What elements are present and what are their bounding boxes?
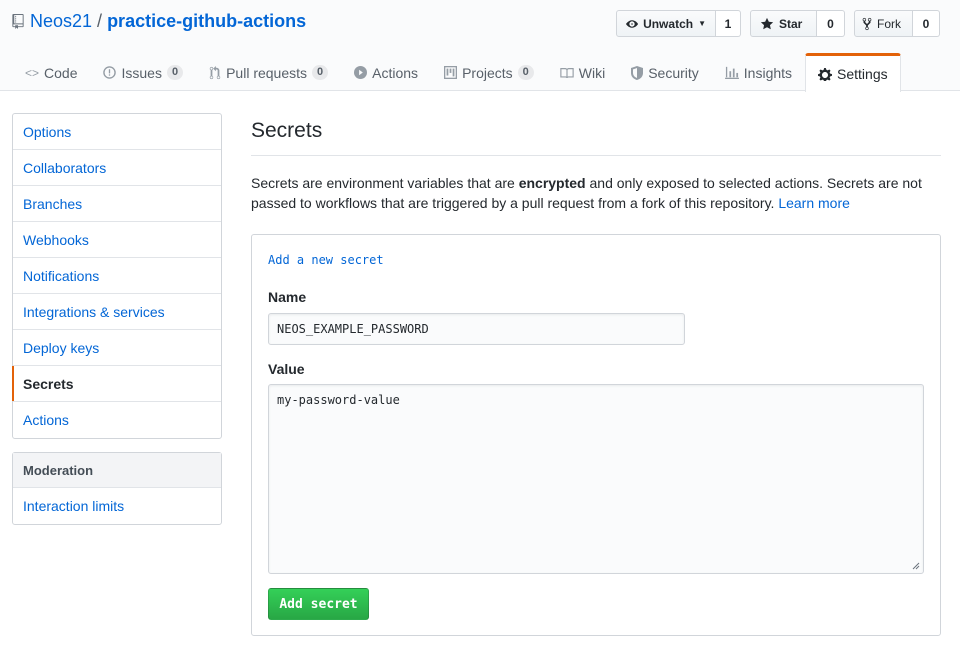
unwatch-label: Unwatch [643, 16, 694, 31]
pull-request-icon [209, 65, 221, 79]
fork-label: Fork [877, 16, 901, 31]
shield-icon [631, 65, 644, 80]
secret-value-textarea[interactable]: my-password-value [268, 384, 924, 574]
menu-item-deploy-keys[interactable]: Deploy keys [13, 330, 221, 366]
menu-item-webhooks[interactable]: Webhooks [13, 222, 221, 258]
stargazers-count[interactable]: 0 [817, 10, 845, 37]
eye-icon [626, 19, 639, 28]
forks-count[interactable]: 0 [913, 10, 940, 37]
play-icon [354, 66, 368, 79]
repo-owner-link[interactable]: Neos21 [30, 11, 92, 32]
tab-wiki[interactable]: Wiki [547, 53, 618, 91]
star-group: Star 0 [750, 10, 845, 37]
menu-item-secrets[interactable]: Secrets [12, 366, 221, 402]
tab-issues[interactable]: Issues 0 [90, 53, 196, 91]
tab-insights[interactable]: Insights [712, 53, 805, 91]
page-title: Secrets [251, 113, 941, 156]
tab-pull-requests-label: Pull requests [226, 64, 308, 81]
star-icon [760, 17, 774, 29]
resize-grip-icon[interactable] [912, 562, 920, 570]
secrets-description: Secrets are environment variables that a… [251, 173, 941, 213]
repo-nav-tabs: <> Code Issues 0 Pull requests 0 Actions… [12, 53, 901, 92]
code-icon: <> [25, 65, 40, 80]
tab-issues-label: Issues [121, 64, 162, 81]
star-button[interactable]: Star [750, 10, 817, 37]
tab-settings-label: Settings [837, 66, 888, 82]
secret-name-input[interactable]: NEOS_EXAMPLE_PASSWORD [268, 313, 685, 345]
menu-item-branches[interactable]: Branches [13, 186, 221, 222]
moderation-heading: Moderation [13, 453, 221, 488]
moderation-menu: Moderation Interaction limits [12, 452, 222, 525]
menu-item-notifications[interactable]: Notifications [13, 258, 221, 294]
tab-actions-label: Actions [372, 64, 419, 81]
gear-icon [818, 68, 833, 81]
learn-more-link[interactable]: Learn more [778, 195, 850, 211]
pull-requests-count-badge: 0 [312, 65, 329, 80]
repo-name-link[interactable]: practice-github-actions [107, 11, 306, 32]
book-icon [560, 67, 574, 78]
tab-wiki-label: Wiki [578, 64, 606, 81]
tab-security-label: Security [648, 64, 699, 81]
star-label: Star [779, 16, 803, 31]
fork-icon [862, 17, 872, 30]
menu-item-integrations[interactable]: Integrations & services [13, 294, 221, 330]
main-content: Secrets Secrets are environment variable… [251, 113, 941, 636]
tab-settings[interactable]: Settings [805, 53, 901, 92]
name-label: Name [268, 289, 307, 305]
add-new-secret-link[interactable]: Add a new secret [268, 253, 384, 267]
unwatch-button[interactable]: Unwatch ▼ [616, 10, 716, 37]
tab-code[interactable]: <> Code [12, 53, 90, 91]
tab-projects-label: Projects [462, 64, 513, 81]
settings-menu: Options Collaborators Branches Webhooks … [12, 113, 222, 439]
project-icon [444, 66, 458, 79]
add-secret-button[interactable]: Add secret [268, 588, 369, 620]
secret-value-text: my-password-value [277, 393, 400, 407]
tab-pull-requests[interactable]: Pull requests 0 [196, 53, 341, 91]
add-secret-form: Add a new secret Name NEOS_EXAMPLE_PASSW… [251, 234, 941, 636]
intro-bold: encrypted [518, 175, 586, 191]
issue-icon [103, 66, 117, 79]
repo-header: Neos21 / practice-github-actions Unwatch… [0, 0, 960, 92]
tab-projects[interactable]: Projects 0 [431, 53, 547, 91]
menu-item-options[interactable]: Options [13, 114, 221, 150]
value-label: Value [268, 361, 305, 377]
watch-group: Unwatch ▼ 1 [616, 10, 741, 37]
repo-separator: / [97, 11, 103, 31]
menu-item-actions[interactable]: Actions [13, 402, 221, 438]
tab-code-label: Code [44, 64, 78, 81]
fork-group: Fork 0 [854, 10, 940, 37]
repo-icon [12, 14, 24, 29]
chevron-down-icon: ▼ [698, 19, 706, 28]
menu-item-collaborators[interactable]: Collaborators [13, 150, 221, 186]
intro-text-1: Secrets are environment variables that a… [251, 175, 519, 191]
tab-actions[interactable]: Actions [341, 53, 431, 91]
menu-item-interaction-limits[interactable]: Interaction limits [13, 488, 221, 524]
watchers-count[interactable]: 1 [716, 10, 741, 37]
tab-security[interactable]: Security [618, 53, 712, 91]
repo-title: Neos21 / practice-github-actions [12, 11, 306, 32]
graph-icon [724, 66, 739, 79]
projects-count-badge: 0 [517, 65, 534, 80]
fork-button[interactable]: Fork [854, 10, 913, 37]
issues-count-badge: 0 [166, 65, 184, 80]
tab-insights-label: Insights [743, 64, 793, 81]
